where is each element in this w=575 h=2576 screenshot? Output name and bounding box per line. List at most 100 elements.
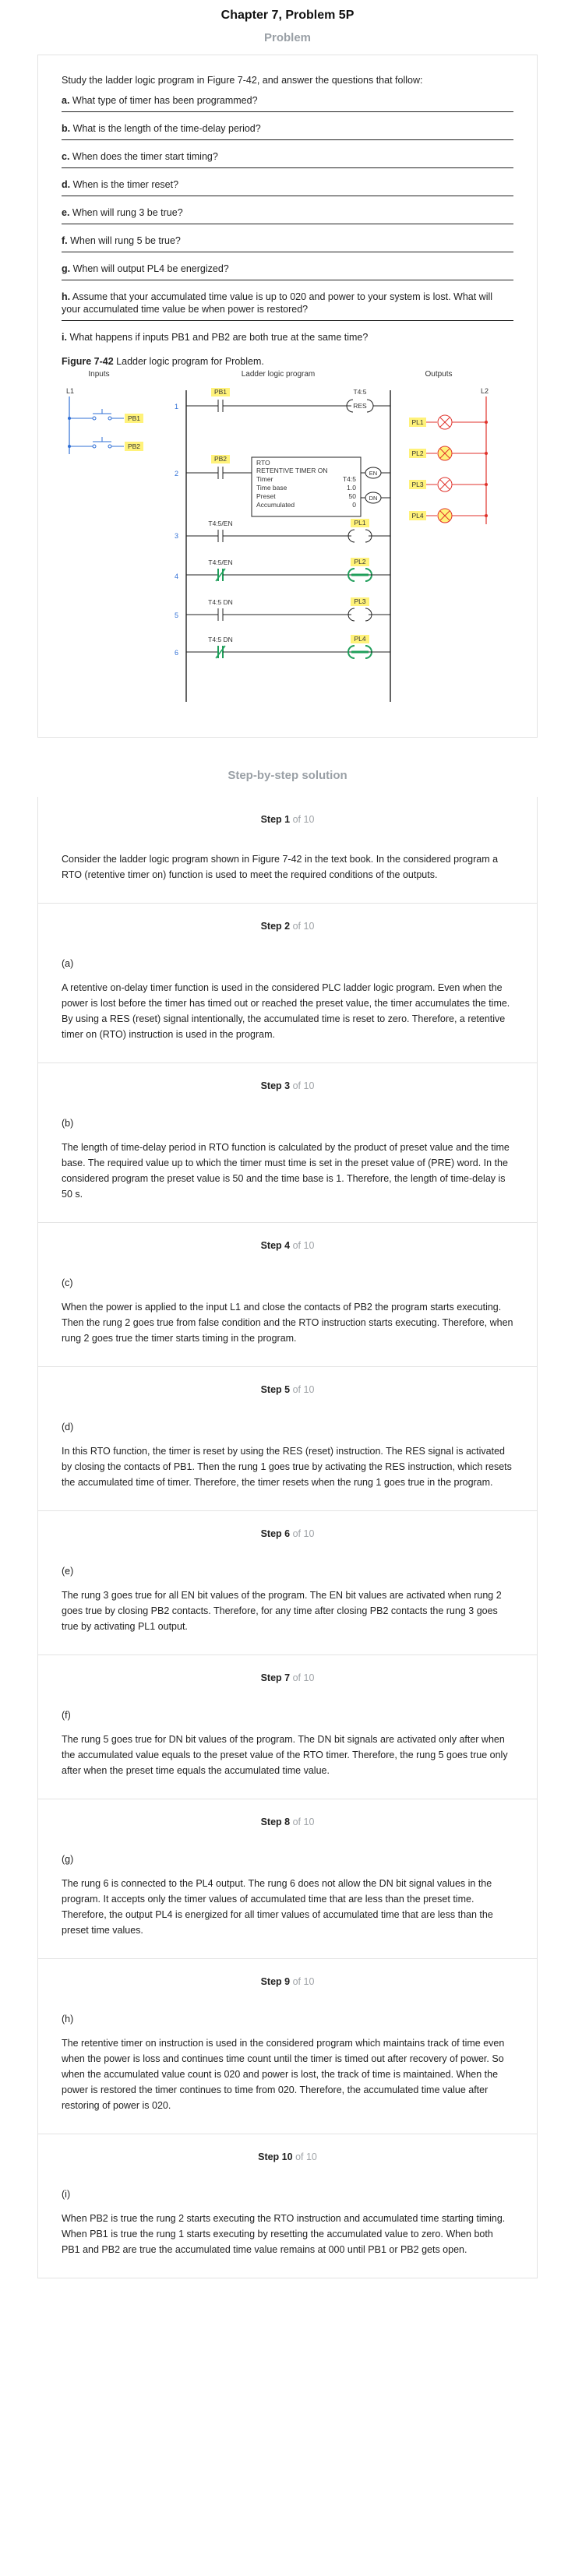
question-text: When does the timer start timing? xyxy=(72,151,218,162)
l2-label: L2 xyxy=(481,387,489,395)
rung3-coil-label: PL1 xyxy=(354,519,365,527)
step-number: Step 1 xyxy=(260,814,291,825)
question-text: Assume that your accumulated time value … xyxy=(62,291,493,315)
rung6-contact-label: T4:5 DN xyxy=(208,636,233,643)
step-number: Step 9 xyxy=(260,1976,291,1987)
question-letter: c. xyxy=(62,151,70,162)
step-of-total: of 10 xyxy=(292,1240,315,1251)
solution-step: Step 9 of 10 (h) The retentive timer on in… xyxy=(38,1958,537,2134)
solution-step: Step 6 of 10 (e) The rung 3 goes true for … xyxy=(38,1510,537,1654)
rung6-coil-label: PL4 xyxy=(354,635,365,643)
problem-heading: Problem xyxy=(263,31,311,44)
rung1-coil-tag: T4:5 xyxy=(353,388,366,396)
question-item: g. When will output PL4 be energized? xyxy=(62,263,513,280)
rung-3: T4:5/EN PL1 xyxy=(186,519,390,543)
question-item: i. What happens if inputs PB1 and PB2 ar… xyxy=(62,331,513,348)
question-item: d. When is the timer reset? xyxy=(62,178,513,196)
step-text: The rung 3 goes true for all EN bit valu… xyxy=(62,1590,502,1632)
question-text: When will rung 5 be true? xyxy=(70,235,181,246)
pb2-label: PB2 xyxy=(128,442,140,450)
problem-card: Study the ladder logic program in Figure… xyxy=(37,55,538,738)
step-text: When PB2 is true the rung 2 starts execu… xyxy=(62,2213,506,2255)
rung5-coil-icon xyxy=(347,608,372,622)
rto-row-value: 0 xyxy=(352,501,356,509)
solution-heading: Step-by-step solution xyxy=(228,769,347,782)
figure-caption-text: Ladder logic program for Problem. xyxy=(113,356,264,367)
step-text: In this RTO function, the timer is reset… xyxy=(62,1446,512,1488)
step-part-label: (d) xyxy=(62,1422,74,1432)
step-title: Step 1 of 10 xyxy=(62,814,513,825)
step-text: The length of time-delay period in RTO f… xyxy=(62,1142,510,1200)
step-number: Step 4 xyxy=(260,1240,291,1251)
step-title: Step 3 of 10 xyxy=(62,1080,513,1091)
program-heading: Ladder logic program xyxy=(242,370,316,379)
pl4-label: PL4 xyxy=(411,512,423,520)
chapter-title: Chapter 7, Problem 5P xyxy=(220,9,355,22)
step-of-total: of 10 xyxy=(292,1817,315,1827)
step-title: Step 6 of 10 xyxy=(62,1528,513,1539)
step-of-total: of 10 xyxy=(292,1528,315,1539)
rung-number-1: 1 xyxy=(175,403,178,411)
question-item: h. Assume that your accumulated time val… xyxy=(62,291,513,321)
step-of-total: of 10 xyxy=(292,814,315,825)
question-letter: h. xyxy=(62,291,71,302)
question-text: When is the timer reset? xyxy=(72,179,179,190)
pl4-lamp: PL4 xyxy=(409,508,488,523)
solution-step: Step 2 of 10 (a) A retentive on-delay time… xyxy=(38,903,537,1062)
solution-step: Step 10 of 10 (i) When PB2 is true the run… xyxy=(38,2134,537,2278)
pb1-junction xyxy=(68,417,71,420)
step-text: The rung 6 is connected to the PL4 outpu… xyxy=(62,1878,493,1936)
question-item: a. What type of timer has been programme… xyxy=(62,94,513,112)
pl3-label: PL3 xyxy=(411,481,423,488)
question-letter: a. xyxy=(62,95,70,106)
rto-row-label: Time base xyxy=(256,484,288,492)
rto-subtitle: RETENTIVE TIMER ON xyxy=(256,467,327,474)
rung-number-6: 6 xyxy=(175,649,178,657)
rung-1: PB1 T4:5 RES xyxy=(186,388,390,413)
ladder-diagram: Inputs Ladder logic program Outputs L1 L… xyxy=(62,368,498,711)
pl2-label: PL2 xyxy=(411,449,423,457)
rto-row-value: 1.0 xyxy=(347,484,356,492)
rto-row-label: Timer xyxy=(256,475,273,483)
problem-intro: Study the ladder logic program in Figure… xyxy=(62,75,423,86)
rung3-coil-icon xyxy=(347,529,372,543)
question-text: What happens if inputs PB1 and PB2 are b… xyxy=(69,332,369,343)
question-list: a. What type of timer has been programme… xyxy=(62,94,513,348)
question-text: When will output PL4 be energized? xyxy=(72,263,229,274)
step-part-label: (g) xyxy=(62,1854,74,1865)
step-of-total: of 10 xyxy=(295,2151,317,2162)
question-item: e. When will rung 3 be true? xyxy=(62,206,513,224)
question-item: b. What is the length of the time-delay … xyxy=(62,122,513,140)
step-text: A retentive on-delay timer function is u… xyxy=(62,982,510,1040)
rung-number-5: 5 xyxy=(175,611,178,619)
step-of-total: of 10 xyxy=(292,1384,315,1395)
pb2-pushbutton-icon xyxy=(92,437,112,449)
step-title: Step 4 of 10 xyxy=(62,1240,513,1251)
ladder-diagram-svg: Inputs Ladder logic program Outputs L1 L… xyxy=(66,370,489,702)
step-number: Step 6 xyxy=(260,1528,291,1539)
step-of-total: of 10 xyxy=(292,1672,315,1683)
solution-step: Step 4 of 10 (c) When the power is applied… xyxy=(38,1222,537,1366)
rto-row-value: 50 xyxy=(349,492,357,500)
solution-step: Step 3 of 10 (b) The length of time-delay … xyxy=(38,1062,537,1222)
pl3-lamp: PL3 xyxy=(409,477,488,492)
solution-step: Step 1 of 10 Consider the ladder logic pr… xyxy=(38,797,537,903)
step-text: The retentive timer on instruction is us… xyxy=(62,2038,505,2111)
solution-step: Step 7 of 10 (f) The rung 5 goes true for … xyxy=(38,1654,537,1799)
step-of-total: of 10 xyxy=(292,921,315,932)
l1-label: L1 xyxy=(66,387,74,395)
step-title: Step 5 of 10 xyxy=(62,1384,513,1395)
figure-caption: Figure 7-42 Ladder logic program for Pro… xyxy=(62,356,513,367)
rto-row-label: Preset xyxy=(256,492,276,500)
question-text: When will rung 3 be true? xyxy=(72,207,183,218)
step-part-label: (b) xyxy=(62,1118,74,1129)
question-letter: i. xyxy=(62,332,67,343)
pl2-lamp: PL2 xyxy=(409,446,488,461)
question-text: What is the length of the time-delay per… xyxy=(72,123,261,134)
rung2-contact-label: PB2 xyxy=(214,455,227,463)
step-title: Step 8 of 10 xyxy=(62,1817,513,1827)
pb1-label: PB1 xyxy=(128,414,140,422)
rung5-contact-label: T4:5 DN xyxy=(208,598,233,606)
rung5-coil-label: PL3 xyxy=(354,597,365,605)
rung3-contact-label: T4:5/EN xyxy=(208,520,232,527)
